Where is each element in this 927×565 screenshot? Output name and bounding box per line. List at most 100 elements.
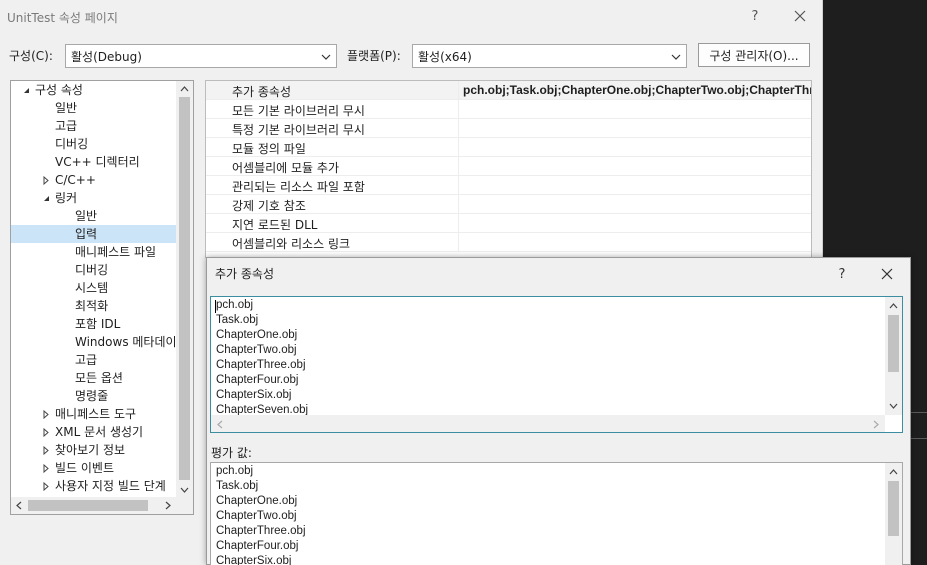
evaluated-vertical-thumb[interactable] xyxy=(888,481,899,536)
triangle-right-icon[interactable] xyxy=(41,477,51,495)
tree-item[interactable]: 입력 xyxy=(11,225,176,243)
dialog-help-button[interactable]: ? xyxy=(827,262,857,286)
edit-horizontal-scrollbar[interactable] xyxy=(211,415,885,432)
tree-item-label: 디버깅 xyxy=(75,263,109,277)
scroll-left-icon[interactable] xyxy=(11,497,27,513)
tree-item-label: XML 문서 생성기 xyxy=(55,425,144,439)
grid-row[interactable]: 어셈블리에 모듈 추가 xyxy=(206,157,811,176)
grid-row[interactable]: 모든 기본 라이브러리 무시 xyxy=(206,100,811,119)
edit-line: ChapterOne.obj xyxy=(216,329,298,341)
tree-item[interactable]: 최적화 xyxy=(11,297,176,315)
edit-line: pch.obj xyxy=(216,299,254,311)
tree-item-label: 링커 xyxy=(55,191,78,205)
tree-vertical-thumb[interactable] xyxy=(179,97,190,480)
edit-vertical-thumb[interactable] xyxy=(888,315,899,372)
chevron-down-icon xyxy=(321,54,331,60)
scroll-up-icon[interactable] xyxy=(885,464,901,480)
tree-item[interactable]: 일반 xyxy=(11,99,176,117)
triangle-right-icon[interactable] xyxy=(41,441,51,459)
grid-row[interactable]: 지연 로드된 DLL xyxy=(206,214,811,233)
evaluated-value-label: 평가 값: xyxy=(211,446,252,460)
grid-column-separator xyxy=(458,157,459,175)
edit-vertical-scrollbar[interactable] xyxy=(885,297,902,415)
grid-property-name: 관리되는 리소스 파일 포함 xyxy=(232,180,365,194)
dialog-title: 추가 종속성 xyxy=(215,267,275,281)
evaluated-line: ChapterOne.obj xyxy=(216,495,298,507)
tree-item-label: C/C++ xyxy=(55,173,96,187)
grid-row[interactable]: 모듈 정의 파일 xyxy=(206,138,811,157)
scroll-right-icon[interactable] xyxy=(160,497,176,513)
triangle-right-icon[interactable] xyxy=(41,171,51,189)
triangle-right-icon[interactable] xyxy=(41,459,51,477)
tree-item[interactable]: C/C++ xyxy=(11,171,176,189)
help-icon: ? xyxy=(751,8,759,24)
grid-row[interactable]: 특정 기본 라이브러리 무시 xyxy=(206,119,811,138)
window-titlebar: UnitTest 속성 페이지 ? xyxy=(0,0,822,33)
platform-value: 활성(x64) xyxy=(418,49,472,64)
scroll-up-icon[interactable] xyxy=(885,298,901,314)
edit-line: ChapterThree.obj xyxy=(216,359,306,371)
grid-column-separator xyxy=(458,176,459,194)
close-icon xyxy=(794,10,806,22)
tree-item[interactable]: 사용자 지정 빌드 단계 xyxy=(11,477,176,495)
tree-item[interactable]: 찾아보기 정보 xyxy=(11,441,176,459)
evaluated-value-box[interactable]: pch.obj Task.obj ChapterOne.obj ChapterTwo.… xyxy=(210,462,903,565)
tree-item[interactable]: VC++ 디렉터리 xyxy=(11,153,176,171)
evaluated-line: pch.obj xyxy=(216,465,254,477)
background-editor-strip xyxy=(911,412,927,439)
tree-vertical-scrollbar[interactable] xyxy=(176,81,193,499)
tree-item[interactable]: 모든 옵션 xyxy=(11,369,176,387)
tree-item[interactable]: 명령줄 xyxy=(11,387,176,405)
tree-item-label: 고급 xyxy=(55,119,78,133)
tree-item[interactable]: Windows 메타데이 xyxy=(11,333,176,351)
tree-item[interactable]: 빌드 이벤트 xyxy=(11,459,176,477)
additional-dependencies-dialog: 추가 종속성 ? pch.obj Task.obj ChapterOne.obj Ch… xyxy=(206,257,911,565)
grid-property-value[interactable]: pch.obj;Task.obj;ChapterOne.obj;ChapterT… xyxy=(463,83,811,97)
grid-row[interactable]: 강제 기호 참조 xyxy=(206,195,811,214)
tree-item[interactable]: 시스템 xyxy=(11,279,176,297)
scroll-down-icon[interactable] xyxy=(885,398,901,414)
property-grid: 추가 종속성 pch.obj;Task.obj;ChapterOne.obj;Ch… xyxy=(205,80,812,258)
platform-combo[interactable]: 활성(x64) xyxy=(412,44,687,68)
tree-item[interactable]: 포함 IDL xyxy=(11,315,176,333)
config-manager-button[interactable]: 구성 관리자(O)... xyxy=(698,43,810,67)
grid-row[interactable]: 관리되는 리소스 파일 포함 xyxy=(206,176,811,195)
tree-item-label: 명령줄 xyxy=(75,389,109,403)
triangle-down-icon[interactable] xyxy=(41,189,51,207)
tree-item[interactable]: 매니페스트 파일 xyxy=(11,243,176,261)
tree-item[interactable]: 매니페스트 도구 xyxy=(11,405,176,423)
triangle-down-icon[interactable] xyxy=(21,81,31,99)
triangle-right-icon[interactable] xyxy=(41,423,51,441)
tree-item[interactable]: 구성 속성 xyxy=(11,81,176,99)
tree-horizontal-thumb[interactable] xyxy=(28,500,148,511)
tree-item-label: 최적화 xyxy=(75,299,109,313)
tree-item[interactable]: 고급 xyxy=(11,351,176,369)
grid-row[interactable]: 어셈블리와 리소스 링크 xyxy=(206,233,811,252)
tree-item-label: 모든 옵션 xyxy=(75,371,123,385)
tree-item[interactable]: 디버깅 xyxy=(11,261,176,279)
dependencies-edit-box[interactable]: pch.obj Task.obj ChapterOne.obj ChapterTwo.… xyxy=(210,296,903,433)
tree-item[interactable]: 고급 xyxy=(11,117,176,135)
close-button[interactable] xyxy=(785,4,815,28)
help-button[interactable]: ? xyxy=(740,4,770,28)
tree-item-label: 입력 xyxy=(75,227,98,241)
grid-property-name: 지연 로드된 DLL xyxy=(232,218,318,232)
tree-item-label: 디버깅 xyxy=(55,137,89,151)
config-value: 활성(Debug) xyxy=(71,49,142,64)
scroll-down-icon[interactable] xyxy=(176,482,192,498)
tree-horizontal-scrollbar[interactable] xyxy=(11,497,193,514)
triangle-right-icon[interactable] xyxy=(41,405,51,423)
tree-item-label: 고급 xyxy=(75,353,98,367)
evaluated-vertical-scrollbar[interactable] xyxy=(885,463,902,565)
dialog-close-button[interactable] xyxy=(872,262,902,286)
scroll-right-icon[interactable] xyxy=(868,416,884,432)
config-combo[interactable]: 활성(Debug) xyxy=(65,44,337,68)
tree-item[interactable]: 링커 xyxy=(11,189,176,207)
scroll-left-icon[interactable] xyxy=(212,416,228,432)
grid-row[interactable]: 추가 종속성 pch.obj;Task.obj;ChapterOne.obj;Ch… xyxy=(206,81,811,100)
chevron-down-icon xyxy=(671,54,681,60)
tree-item[interactable]: 디버깅 xyxy=(11,135,176,153)
tree-item[interactable]: XML 문서 생성기 xyxy=(11,423,176,441)
tree-item[interactable]: 일반 xyxy=(11,207,176,225)
scroll-up-icon[interactable] xyxy=(176,81,192,97)
